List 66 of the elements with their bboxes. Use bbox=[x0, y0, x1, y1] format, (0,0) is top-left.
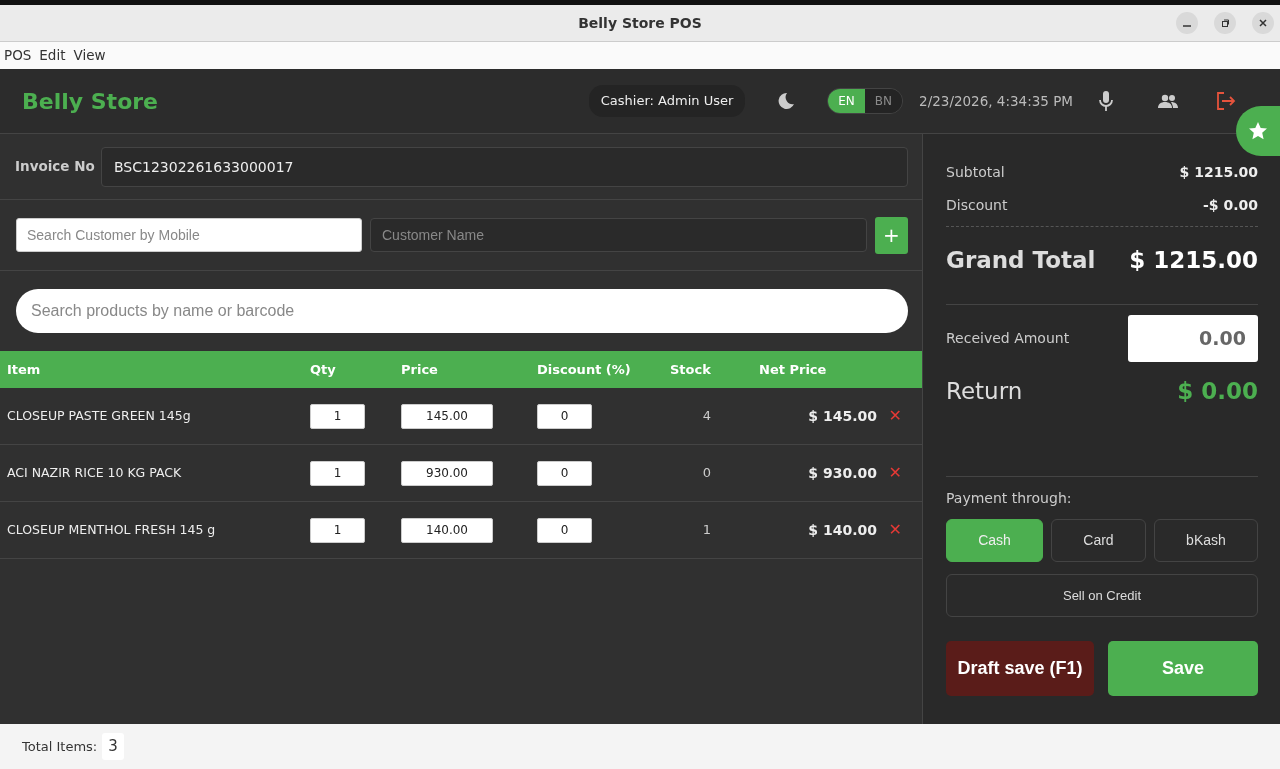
restore-icon bbox=[1220, 18, 1230, 28]
column-header: Discount (%) bbox=[537, 360, 632, 379]
column-header: Price bbox=[401, 360, 439, 379]
quantity-field[interactable]: 1 bbox=[310, 403, 365, 429]
users-icon[interactable] bbox=[1158, 94, 1178, 108]
column-header: Net Price bbox=[759, 360, 828, 379]
total-items-count: 3 bbox=[102, 733, 124, 760]
column-header: Item bbox=[7, 360, 42, 379]
microphone-icon[interactable] bbox=[1099, 91, 1113, 111]
column-header: Stock bbox=[670, 360, 712, 379]
received-amount-field[interactable]: 0.00 bbox=[1128, 314, 1258, 362]
total-items-label: Total Items: bbox=[22, 737, 98, 756]
menu-item[interactable]: Edit bbox=[39, 45, 66, 66]
price-field[interactable]: 140.00 bbox=[401, 517, 493, 543]
return-value: $ 0.00 bbox=[1177, 376, 1258, 406]
invoice-label: Invoice No bbox=[15, 157, 96, 177]
stock-value: 1 bbox=[701, 521, 712, 540]
payment-method-button[interactable]: Card bbox=[1051, 519, 1146, 562]
subtotal-value: $ 1215.00 bbox=[1179, 163, 1258, 182]
product-name: CLOSEUP PASTE GREEN 145g bbox=[7, 406, 192, 425]
invoice-field[interactable]: BSC12302261633000017 bbox=[101, 146, 908, 187]
minimize-button[interactable] bbox=[1176, 12, 1198, 34]
received-amount-label: Received Amount bbox=[946, 328, 1070, 348]
product-search-field[interactable]: Search products by name or barcode bbox=[16, 289, 908, 333]
payment-method-button[interactable]: bKash bbox=[1153, 519, 1258, 562]
product-name: ACI NAZIR RICE 10 KG PACK bbox=[7, 463, 183, 482]
favorite-button[interactable] bbox=[1236, 106, 1280, 156]
discount-value: -$ 0.00 bbox=[1203, 196, 1258, 215]
close-icon bbox=[1258, 18, 1268, 28]
price-field[interactable]: 930.00 bbox=[401, 460, 493, 486]
net-price: $ 930.00 bbox=[807, 463, 877, 483]
customer-mobile-search[interactable]: Search Customer by Mobile bbox=[16, 218, 362, 252]
payment-label: Payment through: bbox=[946, 489, 1073, 508]
grand-total-label: Grand Total bbox=[946, 246, 1096, 275]
date-time: 2/23/2026, 4:34:35 PM bbox=[919, 91, 1073, 111]
language-option[interactable]: BN bbox=[864, 89, 903, 113]
cashier-label: Cashier: Admin User bbox=[588, 85, 746, 117]
stock-value: 0 bbox=[701, 464, 712, 483]
quantity-field[interactable]: 1 bbox=[310, 460, 365, 486]
draft-save-button[interactable]: Draft save (F1) bbox=[946, 641, 1094, 696]
sell-on-credit-button[interactable]: Sell on Credit bbox=[946, 574, 1258, 617]
customer-name-field[interactable]: Customer Name bbox=[370, 218, 867, 252]
moon-icon[interactable] bbox=[777, 92, 796, 110]
logout-icon[interactable] bbox=[1216, 92, 1236, 110]
menu-item[interactable]: View bbox=[73, 45, 106, 66]
net-price: $ 140.00 bbox=[807, 520, 877, 540]
discount-label: Discount bbox=[946, 196, 1008, 215]
menu-item[interactable]: POS bbox=[4, 45, 32, 66]
discount-field[interactable]: 0 bbox=[537, 460, 592, 486]
quantity-field[interactable]: 1 bbox=[310, 517, 365, 543]
column-header: Qty bbox=[310, 360, 337, 379]
return-label: Return bbox=[946, 376, 1023, 406]
price-field[interactable]: 145.00 bbox=[401, 403, 493, 429]
store-brand: Belly Store bbox=[22, 87, 159, 116]
star-icon bbox=[1248, 121, 1268, 141]
subtotal-label: Subtotal bbox=[946, 163, 1005, 182]
product-name: CLOSEUP MENTHOL FRESH 145 g bbox=[7, 520, 217, 539]
stock-value: 4 bbox=[701, 407, 712, 426]
restore-button[interactable] bbox=[1214, 12, 1236, 34]
discount-field[interactable]: 0 bbox=[537, 403, 592, 429]
close-button[interactable] bbox=[1252, 12, 1274, 34]
window-title: Belly Store POS bbox=[578, 13, 702, 33]
net-price: $ 145.00 bbox=[807, 406, 877, 426]
grand-total-value: $ 1215.00 bbox=[1129, 246, 1258, 275]
minimize-icon bbox=[1183, 25, 1191, 27]
discount-field[interactable]: 0 bbox=[537, 517, 592, 543]
